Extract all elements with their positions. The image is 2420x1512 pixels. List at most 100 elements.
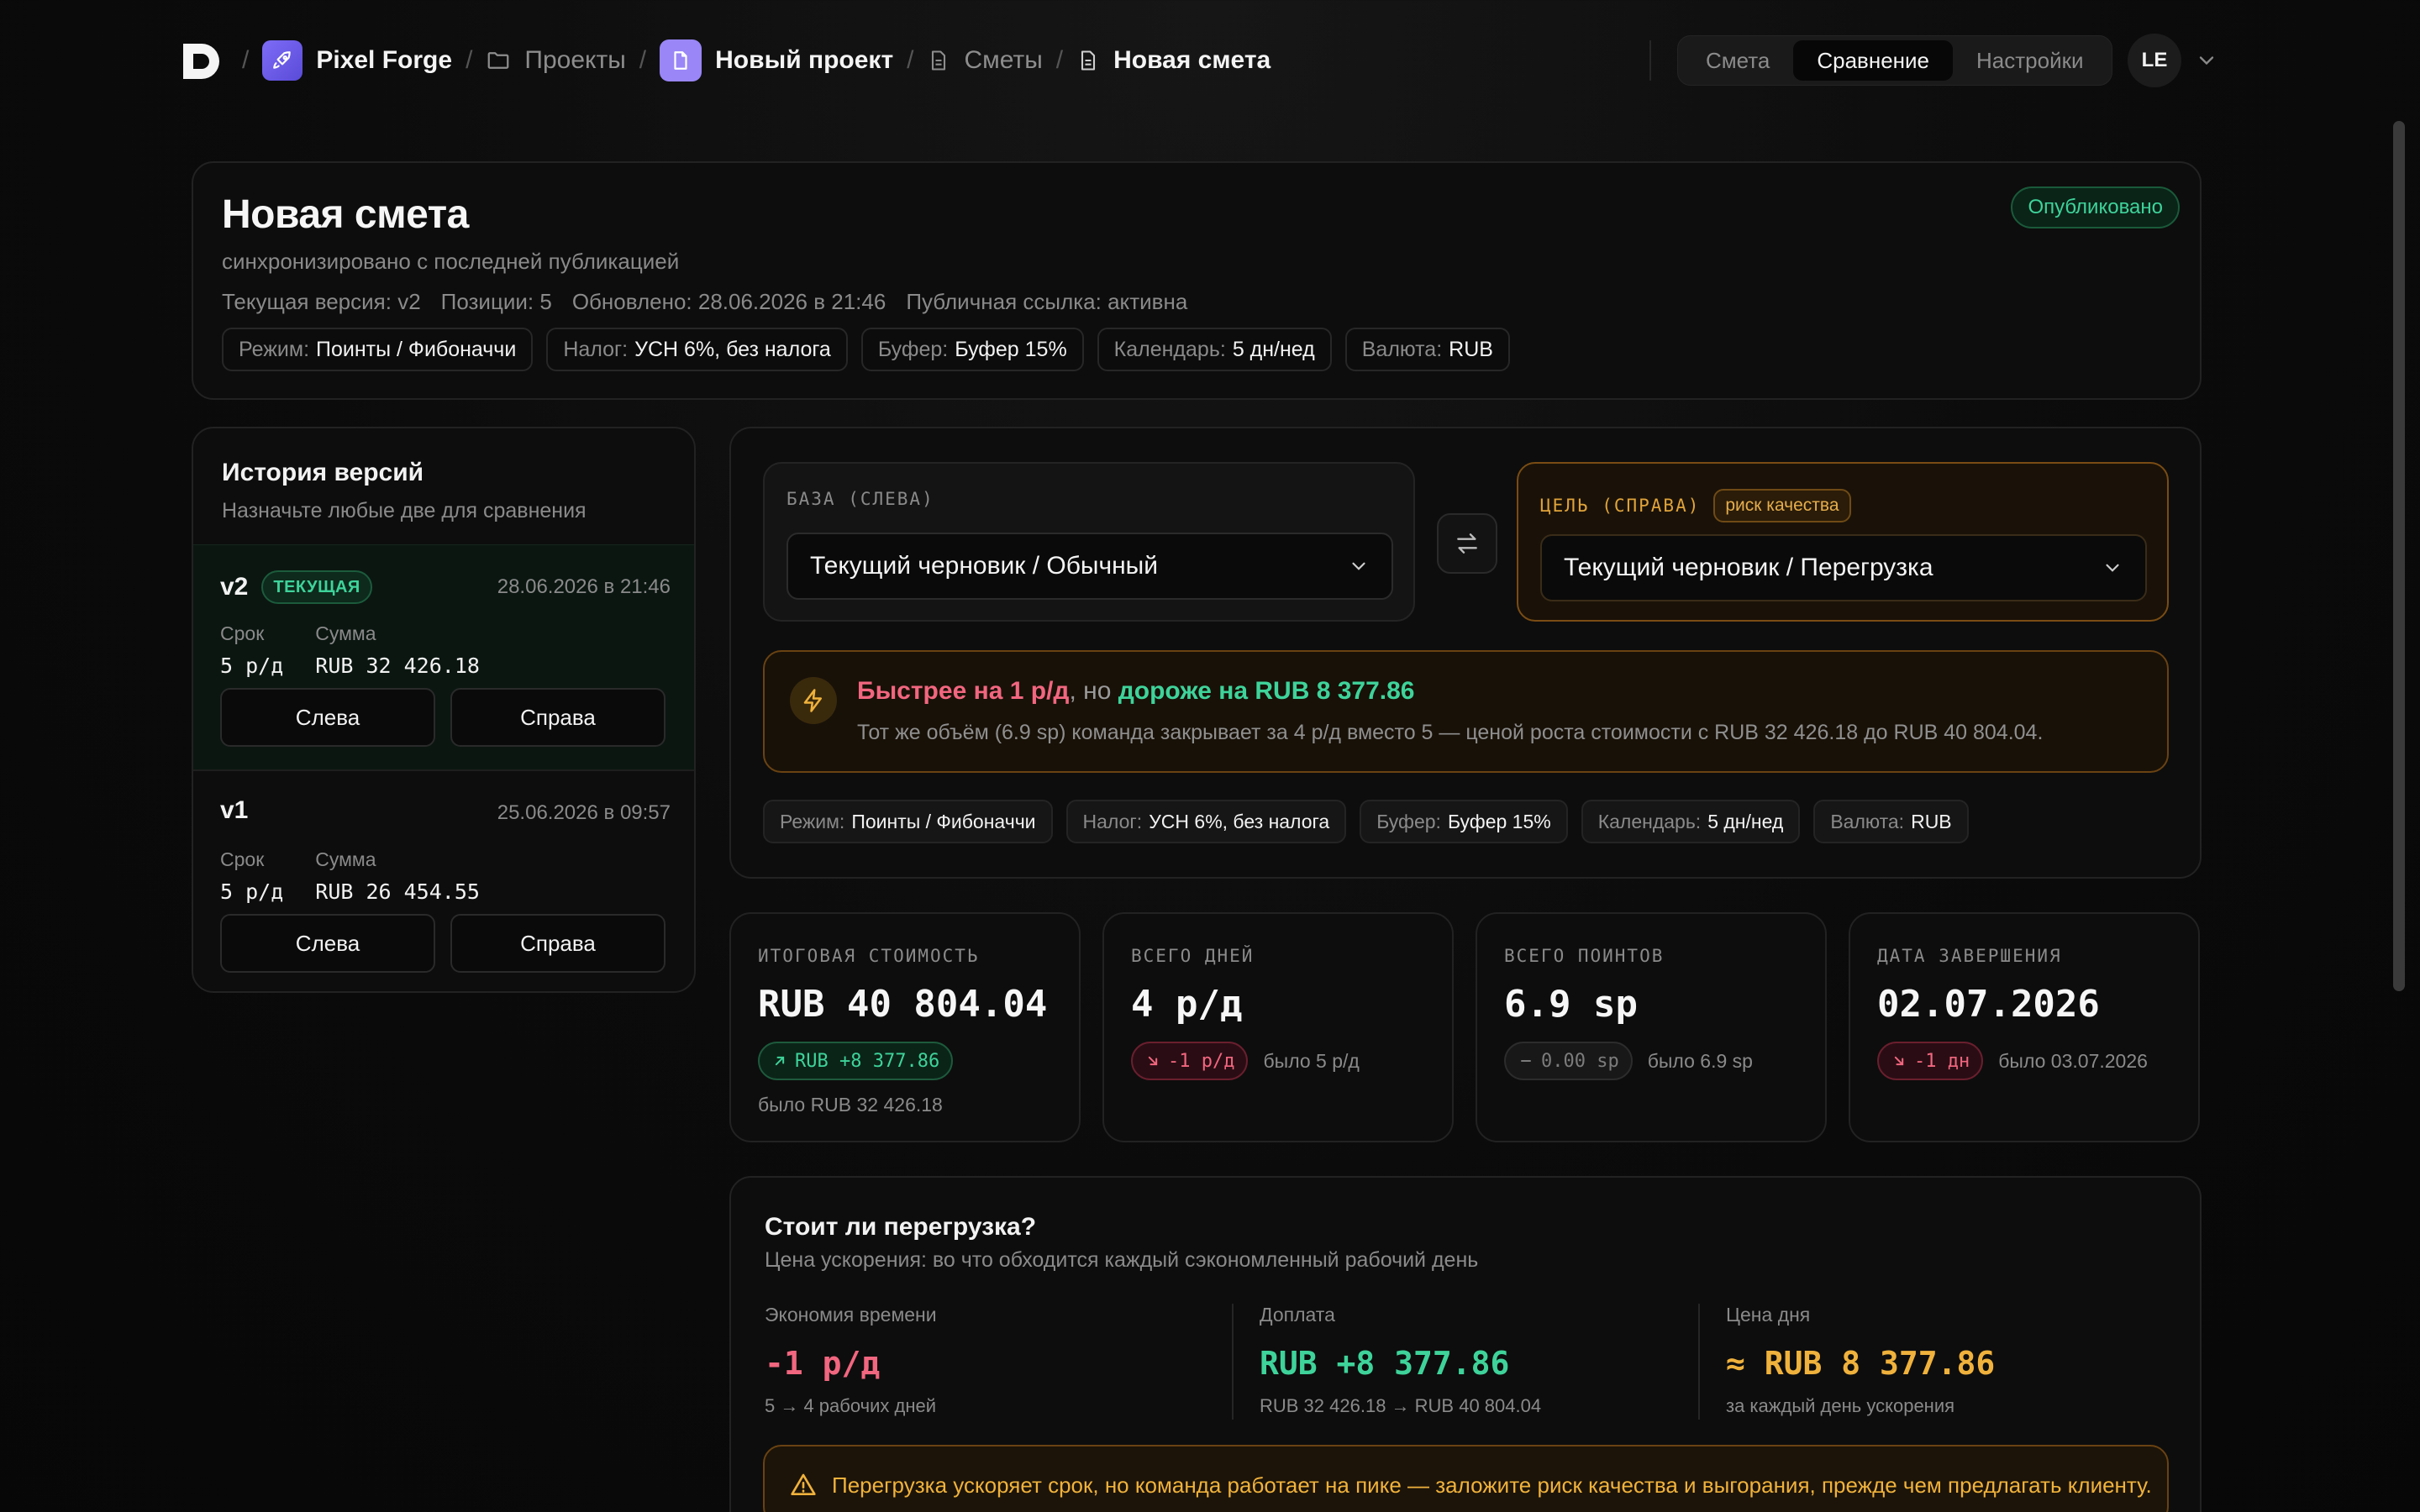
metric-previous: было RUB 32 426.18 <box>758 1094 943 1116</box>
target-dropdown[interactable]: Текущий черновик / Перегрузка <box>1540 534 2147 601</box>
metric-label: ДАТА ЗАВЕРШЕНИЯ <box>1877 946 2062 966</box>
chevron-down-icon[interactable] <box>2195 49 2218 72</box>
rocket-icon <box>262 40 303 81</box>
breadcrumb-estimates[interactable]: Сметы <box>927 46 1043 75</box>
metric-value: 4 р/д <box>1131 983 1243 1026</box>
breadcrumb: / Pixel Forge / Проекты / Новый проект /… <box>229 34 1270 87</box>
avatar[interactable]: LE <box>2128 34 2181 87</box>
metric-value: RUB 40 804.04 <box>758 983 1048 1026</box>
insight-headline: Быстрее на 1 р/д, но дороже на RUB 8 377… <box>857 677 1415 705</box>
overload-warning: Перегрузка ускоряет срок, но команда раб… <box>763 1445 2169 1512</box>
version-date: 25.06.2026 в 09:57 <box>497 801 671 824</box>
version-name: v1 <box>220 796 249 824</box>
chip-buffer: Буфер: Буфер 15% <box>860 328 1084 371</box>
top-bar: / Pixel Forge / Проекты / Новый проект /… <box>0 0 2420 119</box>
document-icon <box>660 39 702 81</box>
view-switcher: Смета Сравнение Настройки <box>1677 35 2112 86</box>
swap-arrows-icon <box>1457 533 1477 554</box>
history-subtitle: Назначьте любые две для сравнения <box>222 499 587 522</box>
version-name: v2 <box>220 573 249 601</box>
meta-version: Текущая версия: v2 <box>222 289 421 314</box>
breadcrumb-current: Новая смета <box>1076 46 1270 75</box>
base-dropdown[interactable]: Текущий черновик / Обычный <box>786 533 1393 600</box>
version-sum: RUB 32 426.18 <box>315 654 480 678</box>
delta-badge: -1 р/д <box>1131 1042 1249 1080</box>
breadcrumb-workspace[interactable]: Pixel Forge <box>262 40 452 81</box>
estimate-meta: Текущая версия: v2 Позиции: 5 Обновлено:… <box>222 289 1187 315</box>
metric-previous: было 6.9 sp <box>1647 1049 1753 1072</box>
meta-public-link: Публичная ссылка: активна <box>906 289 1188 314</box>
tab-estimate[interactable]: Смета <box>1682 40 1793 81</box>
version-item-v1: v1 25.06.2026 в 09:57 Срок 5 р/д Сумма R… <box>193 769 694 991</box>
base-selector: БАЗА (СЛЕВА) Текущий черновик / Обычный <box>763 462 1415 622</box>
breadcrumb-projects[interactable]: Проекты <box>486 46 626 75</box>
chip-mode: Режим: Поинты / Фибоначчи <box>763 800 1053 843</box>
divider <box>1649 40 1651 81</box>
tab-compare[interactable]: Сравнение <box>1793 40 1953 81</box>
target-dropdown-value: Текущий черновик / Перегрузка <box>1564 554 1933 581</box>
quality-risk-badge: риск качества <box>1713 489 1851 522</box>
set-right-button[interactable]: Справа <box>450 914 666 973</box>
time-savings-value: -1 р/д <box>765 1345 881 1382</box>
chip-tax: Налог: УСН 6%, без налога <box>546 328 848 371</box>
chip-mode: Режим: Поинты / Фибоначчи <box>222 328 534 371</box>
metric-total-days: ВСЕГО ДНЕЙ 4 р/д -1 р/д было 5 р/д <box>1102 912 1454 1142</box>
comparison-card: БАЗА (СЛЕВА) Текущий черновик / Обычный … <box>729 427 2202 879</box>
chevron-down-icon <box>2106 564 2119 572</box>
overload-subtitle: Цена ускорения: во что обходится каждый … <box>765 1248 1479 1272</box>
metric-end-date: ДАТА ЗАВЕРШЕНИЯ 02.07.2026 -1 дн было 03… <box>1849 912 2200 1142</box>
metric-value: 02.07.2026 <box>1877 983 2100 1026</box>
metric-previous: было 5 р/д <box>1263 1049 1360 1072</box>
metric-previous: было 03.07.2026 <box>1998 1049 2148 1072</box>
chip-buffer: Буфер: Буфер 15% <box>1360 800 1568 843</box>
overload-title: Стоит ли перегрузка? <box>765 1213 1037 1241</box>
set-left-button[interactable]: Слева <box>220 688 435 747</box>
overload-analysis-card: Стоит ли перегрузка? Цена ускорения: во … <box>729 1176 2202 1512</box>
file-icon <box>1081 50 1096 71</box>
day-price-value: ≈ RUB 8 377.86 <box>1726 1345 1996 1382</box>
set-left-button[interactable]: Слева <box>220 914 435 973</box>
delta-badge: 0.00 sp <box>1504 1042 1633 1080</box>
target-selector: ЦЕЛЬ (СПРАВА) риск качества Текущий черн… <box>1517 462 2169 622</box>
warning-icon <box>791 1473 816 1495</box>
version-date: 28.06.2026 в 21:46 <box>497 575 671 598</box>
day-price: Цена дня ≈ RUB 8 377.86 за каждый день у… <box>1726 1304 1996 1416</box>
swap-button[interactable] <box>1437 513 1497 574</box>
estimate-header-card: Новая смета синхронизировано с последней… <box>192 161 2202 400</box>
history-title: История версий <box>222 459 424 486</box>
sum-label: Сумма <box>315 848 376 870</box>
metric-total-cost: ИТОГОВАЯ СТОИМОСТЬ RUB 40 804.04 RUB +8 … <box>729 912 1081 1142</box>
meta-updated: Обновлено: 28.06.2026 в 21:46 <box>571 289 886 314</box>
version-term: 5 р/д <box>220 879 284 904</box>
delta-badge: RUB +8 377.86 <box>758 1042 954 1080</box>
target-label: ЦЕЛЬ (СПРАВА) <box>1540 496 1701 516</box>
term-label: Срок <box>220 622 265 644</box>
extra-cost: Доплата RUB +8 377.86 RUB 32 426.18 → RU… <box>1260 1304 1542 1416</box>
comparison-insight: Быстрее на 1 р/д, но дороже на RUB 8 377… <box>763 650 2169 773</box>
metric-label: ВСЕГО ПОИНТОВ <box>1504 946 1665 966</box>
tab-settings[interactable]: Настройки <box>1953 40 2107 81</box>
divider <box>1232 1304 1234 1420</box>
scrollbar-thumb[interactable] <box>2393 121 2405 991</box>
metric-label: ИТОГОВАЯ СТОИМОСТЬ <box>758 946 980 966</box>
extra-cost-value: RUB +8 377.86 <box>1260 1345 1510 1382</box>
version-sum: RUB 26 454.55 <box>315 879 480 904</box>
chevron-down-icon <box>1352 562 1365 570</box>
set-right-button[interactable]: Справа <box>450 688 666 747</box>
app-logo-icon[interactable] <box>180 40 222 82</box>
chip-calendar: Календарь: 5 дн/нед <box>1581 800 1801 843</box>
metric-value: 6.9 sp <box>1504 983 1638 1026</box>
arrow-down-right-icon <box>1894 1056 1904 1066</box>
chip-currency: Валюта: RUB <box>1344 328 1510 371</box>
metric-total-points: ВСЕГО ПОИНТОВ 6.9 sp 0.00 sp было 6.9 sp <box>1476 912 1827 1142</box>
divider <box>1698 1304 1700 1420</box>
file-list-icon <box>932 50 946 71</box>
version-term: 5 р/д <box>220 654 284 678</box>
chip-tax: Налог: УСН 6%, без налога <box>1065 800 1347 843</box>
base-dropdown-value: Текущий черновик / Обычный <box>810 552 1158 580</box>
breadcrumb-project[interactable]: Новый проект <box>660 39 893 81</box>
page-title: Новая смета <box>222 192 469 237</box>
arrow-down-right-icon <box>1148 1056 1158 1066</box>
dash-icon <box>1521 1060 1531 1062</box>
version-item-v2: v2 ТЕКУЩАЯ 28.06.2026 в 21:46 Срок 5 р/д… <box>193 544 694 769</box>
